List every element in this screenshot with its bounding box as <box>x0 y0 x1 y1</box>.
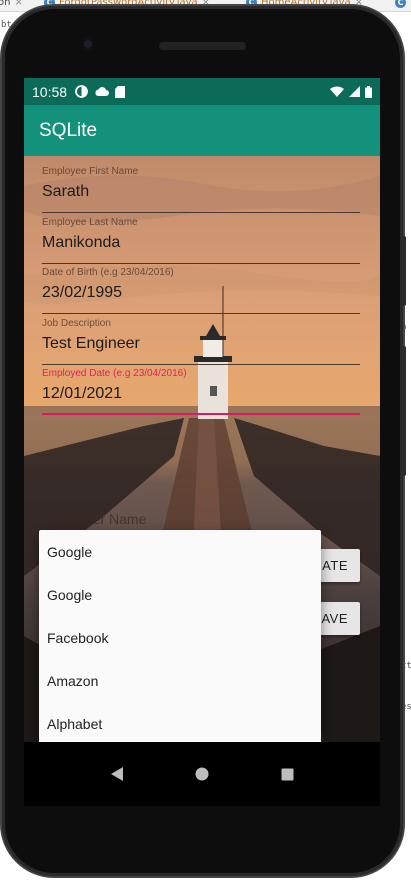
dob-underline <box>42 313 360 314</box>
first-name-underline <box>42 212 360 213</box>
c-class-icon: C <box>395 0 406 8</box>
ide-tab[interactable]: on × <box>0 0 23 8</box>
dob-label: Date of Birth (e.g 23/04/2016) <box>42 267 174 278</box>
form-area: Employee First Name Sarath Employee Last… <box>24 156 380 742</box>
job-description-underline <box>42 364 360 365</box>
job-description-field[interactable]: Job Description Test Engineer <box>42 318 360 365</box>
employer-dropdown-menu: Google Google Facebook Amazon Alphabet <box>39 530 321 742</box>
home-icon[interactable] <box>195 767 209 781</box>
sync-icon <box>75 85 88 98</box>
dob-field[interactable]: Date of Birth (e.g 23/04/2016) 23/02/199… <box>42 267 360 314</box>
first-name-label: Employee First Name <box>42 166 139 177</box>
dropdown-option[interactable]: Alphabet <box>39 702 321 742</box>
dob-value[interactable]: 23/02/1995 <box>42 284 360 302</box>
employed-date-value[interactable]: 12/01/2021 <box>42 385 360 403</box>
battery-icon <box>365 85 372 98</box>
job-description-label: Job Description <box>42 318 111 329</box>
job-description-value[interactable]: Test Engineer <box>42 335 360 353</box>
close-icon[interactable]: × <box>14 0 22 8</box>
dropdown-option[interactable]: Facebook <box>39 616 321 659</box>
last-name-value[interactable]: Manikonda <box>42 234 360 252</box>
dropdown-option[interactable]: Google <box>39 530 321 573</box>
dropdown-option[interactable]: Google <box>39 573 321 616</box>
sd-card-icon <box>115 85 126 98</box>
first-name-field[interactable]: Employee First Name Sarath <box>42 166 360 213</box>
earpiece-speaker <box>159 42 246 50</box>
employed-date-label: Employed Date (e.g 23/04/2016) <box>42 368 187 379</box>
status-bar: 10:58 <box>24 78 380 105</box>
last-name-underline <box>42 263 360 264</box>
cloud-icon <box>95 87 110 96</box>
employer-name-spinner[interactable]: Employer Name <box>46 511 146 527</box>
employed-date-underline <box>42 413 360 415</box>
dropdown-option[interactable]: Amazon <box>39 659 321 702</box>
status-time: 10:58 <box>32 83 68 100</box>
back-icon[interactable] <box>110 766 124 782</box>
power-button <box>402 346 406 476</box>
signal-icon <box>349 86 360 97</box>
phone-screen: 10:58 SQLite Employee First Name Sarath … <box>24 78 380 806</box>
ide-tab-label: on <box>0 0 11 8</box>
wifi-icon <box>330 86 344 97</box>
recents-icon[interactable] <box>281 768 294 781</box>
app-bar: SQLite <box>24 105 380 156</box>
navigation-bar <box>24 742 380 806</box>
ide-tab-overflow[interactable]: C <box>395 0 406 8</box>
front-camera <box>82 38 94 50</box>
first-name-value[interactable]: Sarath <box>42 183 360 201</box>
employed-date-field[interactable]: Employed Date (e.g 23/04/2016) 12/01/202… <box>42 368 360 415</box>
phone-frame: 10:58 SQLite Employee First Name Sarath … <box>2 6 406 876</box>
last-name-label: Employee Last Name <box>42 217 138 228</box>
volume-button <box>402 236 406 306</box>
app-title: SQLite <box>39 119 98 141</box>
last-name-field[interactable]: Employee Last Name Manikonda <box>42 217 360 264</box>
